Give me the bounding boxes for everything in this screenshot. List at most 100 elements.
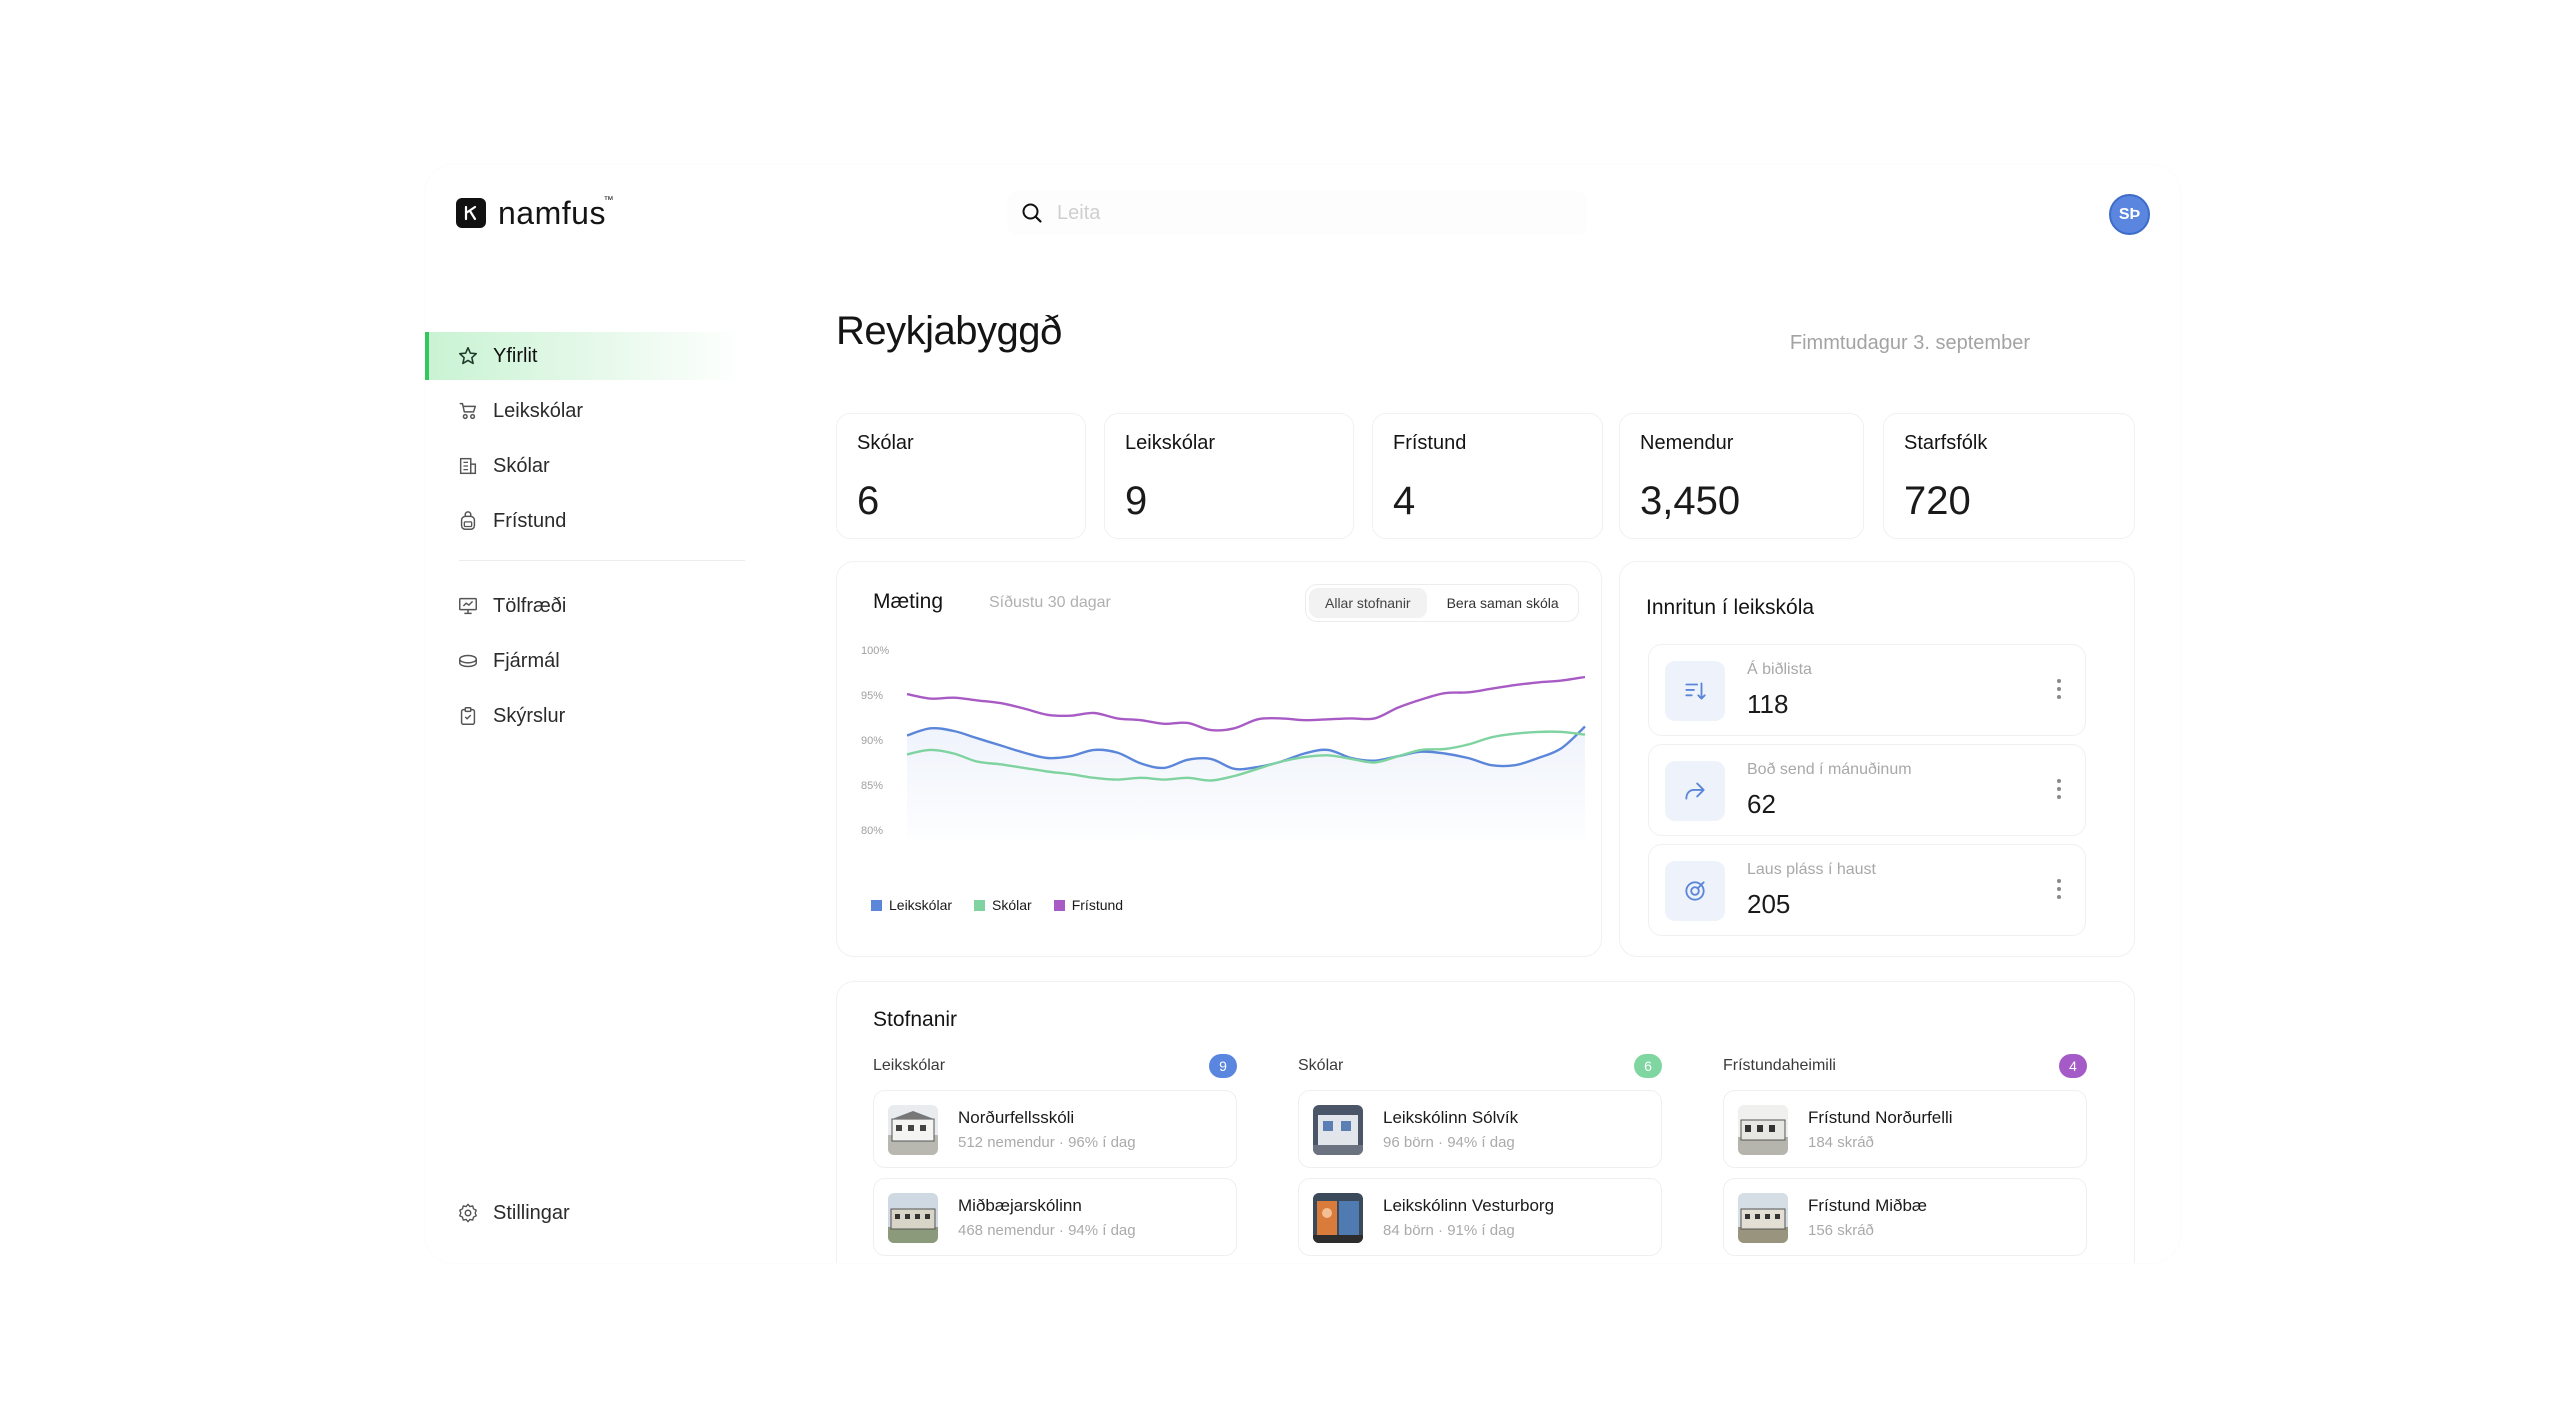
- y-tick-label: 95%: [861, 690, 883, 702]
- institution-meta: 156 skráð: [1808, 1222, 1874, 1239]
- user-avatar[interactable]: SÞ: [2109, 194, 2150, 235]
- app-window: namfus™ SÞ Yfirlit Leikskólar Skólar Frí…: [425, 165, 2180, 1263]
- sidebar-item-label: Tölfræði: [493, 594, 567, 617]
- institution-column-header: Skólar 6: [1298, 1052, 1662, 1080]
- institution-name: Frístund Norðurfelli: [1808, 1108, 1953, 1127]
- stat-value: 6: [857, 479, 880, 523]
- y-tick-label: 100%: [861, 645, 889, 657]
- institutions-title: Stofnanir: [873, 1008, 958, 1031]
- sidebar-item-fristund[interactable]: Frístund: [425, 497, 745, 545]
- stat-label: Leikskólar: [1125, 432, 1216, 454]
- more-options-icon[interactable]: [2057, 879, 2063, 899]
- stat-value: 720: [1904, 479, 1971, 523]
- institutions-card: Stofnanir Leikskólar 9 Norðurfellsskóli …: [836, 981, 2135, 1263]
- legend-item-leikskolar[interactable]: Leikskólar: [871, 897, 952, 913]
- building-photo-icon: [1738, 1193, 1788, 1243]
- target-icon: [1665, 861, 1725, 921]
- enrollment-label: Boð send í mánuðinum: [1747, 761, 1912, 778]
- enrollment-card: Innritun í leikskóla Á biðlista 118 Boð …: [1619, 561, 2135, 957]
- sidebar-item-fjarmal[interactable]: Fjármál: [425, 637, 745, 685]
- enrollment-row-waitlist[interactable]: Á biðlista 118: [1648, 644, 2086, 736]
- chart-title: Mæting: [873, 590, 944, 613]
- more-options-icon[interactable]: [2057, 679, 2063, 699]
- sidebar-item-tolfraedi[interactable]: Tölfræði: [425, 582, 745, 630]
- series-area-leikskolar: [907, 726, 1585, 840]
- sidebar-item-label: Frístund: [493, 509, 567, 532]
- institution-meta: 468 nemendur · 94% í dag: [958, 1222, 1136, 1239]
- sidebar-item-stillingar[interactable]: Stillingar: [425, 1189, 745, 1237]
- institution-column-header: Frístundaheimili 4: [1723, 1052, 2087, 1080]
- preschool-photo-icon: [1313, 1105, 1363, 1155]
- chart-filter-toggle[interactable]: Allar stofnanir Bera saman skóla: [1305, 584, 1579, 622]
- sidebar-item-label: Fjármál: [493, 649, 560, 672]
- count-badge: 6: [1634, 1054, 1662, 1078]
- enrollment-value: 62: [1747, 789, 1776, 819]
- stat-card-starfsfolk: Starfsfólk 720: [1883, 413, 2135, 539]
- y-tick-label: 85%: [861, 780, 883, 792]
- institution-item[interactable]: Frístund Norðurfelli 184 skráð: [1723, 1090, 2087, 1168]
- sidebar-item-label: Leikskólar: [493, 399, 584, 422]
- sidebar-item-leikskolar[interactable]: Leikskólar: [425, 387, 745, 435]
- star-icon: [458, 346, 478, 365]
- enrollment-value: 118: [1747, 689, 1789, 719]
- institution-meta: 184 skráð: [1808, 1134, 1874, 1151]
- search-input[interactable]: [1057, 201, 1537, 225]
- stat-label: Nemendur: [1640, 432, 1734, 454]
- stat-card-leikskolar: Leikskólar 9: [1104, 413, 1354, 539]
- enrollment-label: Laus pláss í haust: [1747, 861, 1876, 878]
- enrollment-row-open-spots[interactable]: Laus pláss í haust 205: [1648, 844, 2086, 936]
- sidebar-item-yfirlit[interactable]: Yfirlit: [425, 332, 745, 380]
- y-tick-label: 80%: [861, 825, 883, 837]
- sidebar-item-label: Stillingar: [493, 1201, 570, 1224]
- institution-name: Frístund Miðbæ: [1808, 1196, 1928, 1215]
- legend-item-fristund[interactable]: Frístund: [1053, 897, 1123, 913]
- school-photo-icon: [888, 1193, 938, 1243]
- search-bar[interactable]: [1007, 191, 1587, 235]
- more-options-icon[interactable]: [2057, 779, 2063, 799]
- chart-legend: Leikskólar Skólar Frístund: [871, 897, 1123, 913]
- stat-label: Starfsfólk: [1904, 432, 1988, 454]
- stat-card-skolar: Skólar 6: [836, 413, 1086, 539]
- logo-mark-icon: [456, 198, 486, 228]
- count-badge: 9: [1209, 1054, 1237, 1078]
- enrollment-row-offers[interactable]: Boð send í mánuðinum 62: [1648, 744, 2086, 836]
- series-line-2[interactable]: [906, 675, 1586, 732]
- attendance-line-chart: 100% 95% 90% 85% 80%: [861, 645, 1586, 840]
- chart-subtitle: Síðustu 30 dagar: [989, 594, 1111, 611]
- sidebar-item-label: Skýrslur: [493, 704, 566, 727]
- sidebar-item-label: Yfirlit: [493, 344, 538, 367]
- y-tick-label: 90%: [861, 735, 883, 747]
- brand-logo[interactable]: namfus ™: [456, 195, 613, 231]
- stat-label: Frístund: [1393, 432, 1467, 454]
- stat-value: 9: [1125, 479, 1148, 523]
- school-photo-icon: [888, 1105, 938, 1155]
- institution-item[interactable]: Leikskólinn Vesturborg 84 börn · 91% í d…: [1298, 1178, 1662, 1256]
- institution-item[interactable]: Norðurfellsskóli 512 nemendur · 96% í da…: [873, 1090, 1237, 1168]
- institution-item[interactable]: Frístund Miðbæ 156 skráð: [1723, 1178, 2087, 1256]
- backpack-icon: [460, 511, 476, 530]
- search-icon: [1022, 203, 1042, 223]
- presentation-chart-icon: [459, 597, 477, 615]
- preschool-photo-icon: [1313, 1193, 1363, 1243]
- sidebar-item-skyrslur[interactable]: Skýrslur: [425, 692, 745, 740]
- share-arrow-icon: [1665, 761, 1725, 821]
- sort-arrow-icon: [1665, 661, 1725, 721]
- institution-meta: 84 börn · 91% í dag: [1383, 1222, 1515, 1239]
- enrollment-title: Innritun í leikskóla: [1646, 596, 1815, 619]
- sidebar-item-skolar[interactable]: Skólar: [425, 442, 745, 490]
- toggle-all-institutions[interactable]: Allar stofnanir: [1309, 588, 1427, 618]
- institution-item[interactable]: Miðbæjarskólinn 468 nemendur · 94% í dag: [873, 1178, 1237, 1256]
- institution-item[interactable]: Leikskólinn Sólvík 96 börn · 94% í dag: [1298, 1090, 1662, 1168]
- sidebar-divider: [459, 560, 745, 561]
- institution-name: Leikskólinn Vesturborg: [1383, 1196, 1555, 1215]
- enrollment-label: Á biðlista: [1747, 661, 1812, 678]
- institution-name: Leikskólinn Sólvík: [1383, 1108, 1519, 1127]
- building-icon: [459, 457, 477, 475]
- stat-card-nemendur: Nemendur 3,450: [1619, 413, 1864, 539]
- sidebar-item-label: Skólar: [493, 454, 550, 477]
- building-photo-icon: [1738, 1105, 1788, 1155]
- toggle-compare-schools[interactable]: Bera saman skóla: [1431, 588, 1575, 618]
- institution-meta: 96 börn · 94% í dag: [1383, 1134, 1515, 1151]
- attendance-card: Mæting Síðustu 30 dagar Allar stofnanir …: [836, 561, 1602, 957]
- legend-item-skolar[interactable]: Skólar: [974, 897, 1032, 913]
